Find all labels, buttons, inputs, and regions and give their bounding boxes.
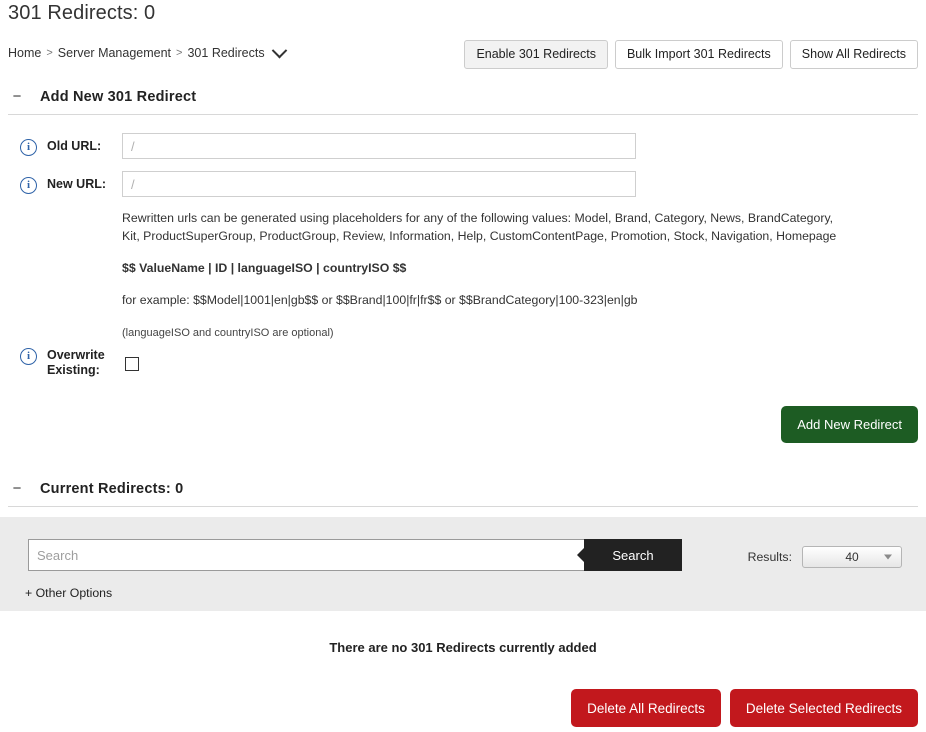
results-select-value: 40	[845, 550, 859, 564]
placeholder-optional-note: (languageISO and countryISO are optional…	[122, 327, 334, 339]
page-title: 301 Redirects: 0	[8, 2, 156, 24]
delete-selected-redirects-button[interactable]: Delete Selected Redirects	[729, 689, 918, 727]
chevron-down-icon[interactable]	[271, 42, 287, 58]
minus-icon[interactable]: −	[8, 480, 26, 497]
other-options-toggle[interactable]: + Other Options	[25, 586, 112, 600]
add-new-redirect-section-header: − Add New 301 Redirect	[8, 88, 918, 105]
breadcrumb-item-server-management[interactable]: Server Management	[58, 46, 171, 60]
overwrite-existing-checkbox[interactable]	[125, 357, 139, 371]
info-icon[interactable]: i	[20, 348, 37, 365]
overwrite-existing-label: Overwrite Existing:	[47, 348, 105, 377]
old-url-label: Old URL:	[47, 139, 102, 153]
overwrite-existing-field-row: i Overwrite Existing:	[20, 348, 115, 378]
breadcrumb: Home > Server Management > 301 Redirects	[8, 42, 287, 60]
breadcrumb-item-home[interactable]: Home	[8, 46, 41, 60]
breadcrumb-item-301-redirects[interactable]: 301 Redirects	[187, 46, 264, 60]
breadcrumb-separator: >	[176, 47, 183, 59]
page-root: 301 Redirects: 0 Home > Server Managemen…	[0, 0, 926, 732]
current-redirects-title: Current Redirects: 0	[40, 480, 184, 497]
section-divider	[8, 506, 918, 507]
chevron-down-icon	[884, 554, 892, 560]
search-bar: Search	[28, 539, 682, 571]
old-url-input[interactable]	[122, 133, 636, 159]
new-url-input[interactable]	[122, 171, 636, 197]
placeholder-example-text: for example: $$Model|1001|en|gb$$ or $$B…	[122, 293, 638, 307]
new-url-label: New URL:	[47, 177, 107, 191]
empty-state-message: There are no 301 Redirects currently add…	[329, 640, 597, 655]
placeholder-help-text: Rewritten urls can be generated using pl…	[122, 211, 837, 243]
add-new-redirect-title: Add New 301 Redirect	[40, 88, 197, 105]
new-url-field-row: i New URL:	[20, 177, 106, 194]
add-new-redirect-button[interactable]: Add New Redirect	[781, 406, 918, 443]
bottom-actions: Delete All Redirects Delete Selected Red…	[571, 689, 918, 727]
enable-301-redirects-button[interactable]: Enable 301 Redirects	[464, 40, 608, 69]
bulk-import-301-redirects-button[interactable]: Bulk Import 301 Redirects	[614, 40, 783, 69]
minus-icon[interactable]: −	[8, 88, 26, 105]
placeholder-format-text: $$ ValueName | ID | languageISO | countr…	[122, 261, 407, 275]
results-label: Results:	[747, 550, 792, 564]
results-select[interactable]: 40	[802, 546, 902, 568]
delete-all-redirects-button[interactable]: Delete All Redirects	[571, 689, 721, 727]
info-icon[interactable]: i	[20, 177, 37, 194]
section-divider	[8, 114, 918, 115]
show-all-redirects-button[interactable]: Show All Redirects	[789, 40, 918, 69]
search-input[interactable]	[28, 539, 584, 571]
header-actions: Enable 301 Redirects Bulk Import 301 Red…	[464, 40, 918, 69]
search-button[interactable]: Search	[584, 539, 682, 571]
old-url-field-row: i Old URL:	[20, 139, 101, 156]
current-redirects-section-header: − Current Redirects: 0	[8, 480, 918, 497]
breadcrumb-separator: >	[46, 47, 53, 59]
info-icon[interactable]: i	[20, 139, 37, 156]
results-per-page: Results: 40	[748, 546, 902, 568]
